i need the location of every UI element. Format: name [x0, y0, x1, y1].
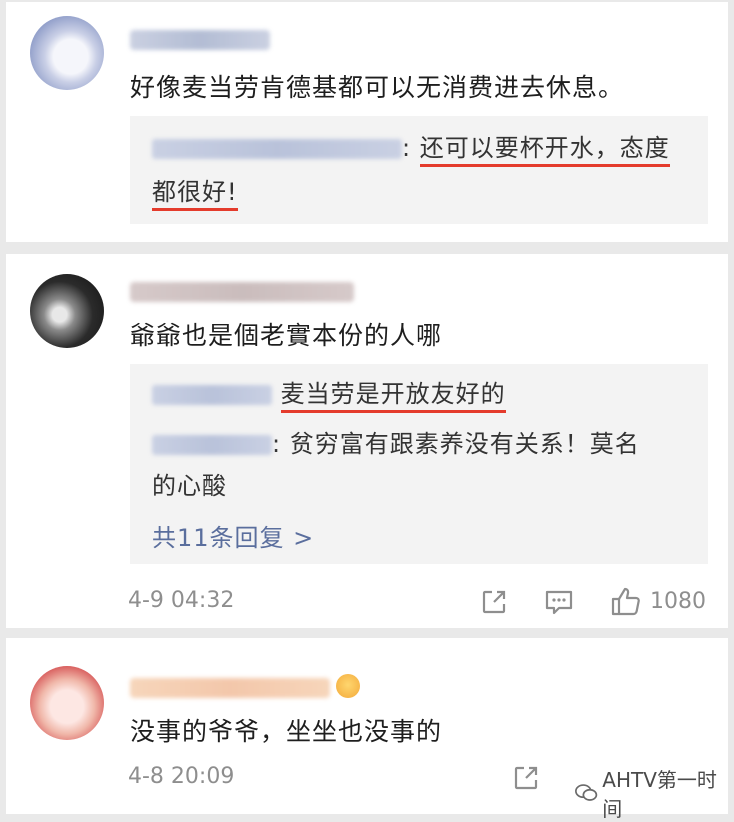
emoji-icon: [336, 674, 360, 698]
thumbs-up-icon: [611, 587, 640, 616]
comment-text: 没事的爷爷，坐坐也没事的: [130, 717, 443, 746]
share-icon: [482, 590, 506, 614]
wechat-icon: [575, 784, 598, 801]
reply-box[interactable]: 麦当劳是开放友好的 : 贫穷富有跟素养没有关系！莫名 的心酸 共11条回复 >: [130, 364, 708, 564]
timestamp: 4-8 20:09: [128, 764, 235, 789]
share-button[interactable]: [512, 764, 540, 792]
watermark-text: AHTV第一时间: [602, 768, 717, 821]
comment-icon: [545, 590, 573, 615]
avatar[interactable]: [30, 274, 104, 348]
comment-text: 好像麦当劳肯德基都可以无消费进去休息。: [130, 73, 625, 102]
reply-line: 麦当劳是开放友好的: [152, 372, 694, 416]
comment-text: 爺爺也是個老實本份的人哪: [130, 321, 443, 350]
watermark: AHTV第一时间: [574, 764, 728, 822]
reply-line: : 还可以要杯开水，态度: [152, 126, 694, 170]
reply-username-blurred[interactable]: [152, 139, 402, 159]
comment-card: 好像麦当劳肯德基都可以无消费进去休息。 : 还可以要杯开水，态度 都很好!: [6, 2, 728, 242]
like-count: 1080: [650, 588, 706, 614]
reply-line: 都很好!: [152, 170, 694, 214]
reply-text: 贫穷富有跟素养没有关系！莫名: [289, 430, 640, 458]
comment-button[interactable]: [544, 588, 574, 616]
reply-line: : 贫穷富有跟素养没有关系！莫名: [152, 422, 694, 466]
reply-text-continued: 的心酸: [152, 472, 227, 500]
share-button[interactable]: [480, 588, 508, 616]
username-blurred[interactable]: [130, 30, 270, 50]
more-replies-link[interactable]: 共11条回复 >: [152, 518, 314, 553]
share-icon: [514, 766, 538, 790]
like-button[interactable]: 1080: [610, 586, 706, 616]
comment-card: 爺爺也是個老實本份的人哪 麦当劳是开放友好的 : 贫穷富有跟素养没有关系！莫名 …: [6, 254, 728, 628]
timestamp: 4-9 04:32: [128, 588, 235, 613]
avatar[interactable]: [30, 16, 104, 90]
comment-card: 没事的爷爷，坐坐也没事的 4-8 20:09 AHTV第一时间: [6, 638, 728, 821]
username-blurred[interactable]: [130, 678, 330, 698]
username-blurred[interactable]: [130, 282, 354, 302]
reply-text: 麦当劳是开放友好的: [280, 380, 506, 413]
reply-line: 的心酸: [152, 464, 694, 508]
reply-text: 还可以要杯开水，态度: [419, 134, 670, 167]
reply-username-blurred[interactable]: [152, 385, 272, 405]
reply-text-continued: 都很好!: [152, 178, 238, 211]
avatar[interactable]: [30, 666, 104, 740]
reply-box[interactable]: : 还可以要杯开水，态度 都很好!: [130, 116, 708, 224]
reply-username-blurred[interactable]: [152, 435, 272, 455]
